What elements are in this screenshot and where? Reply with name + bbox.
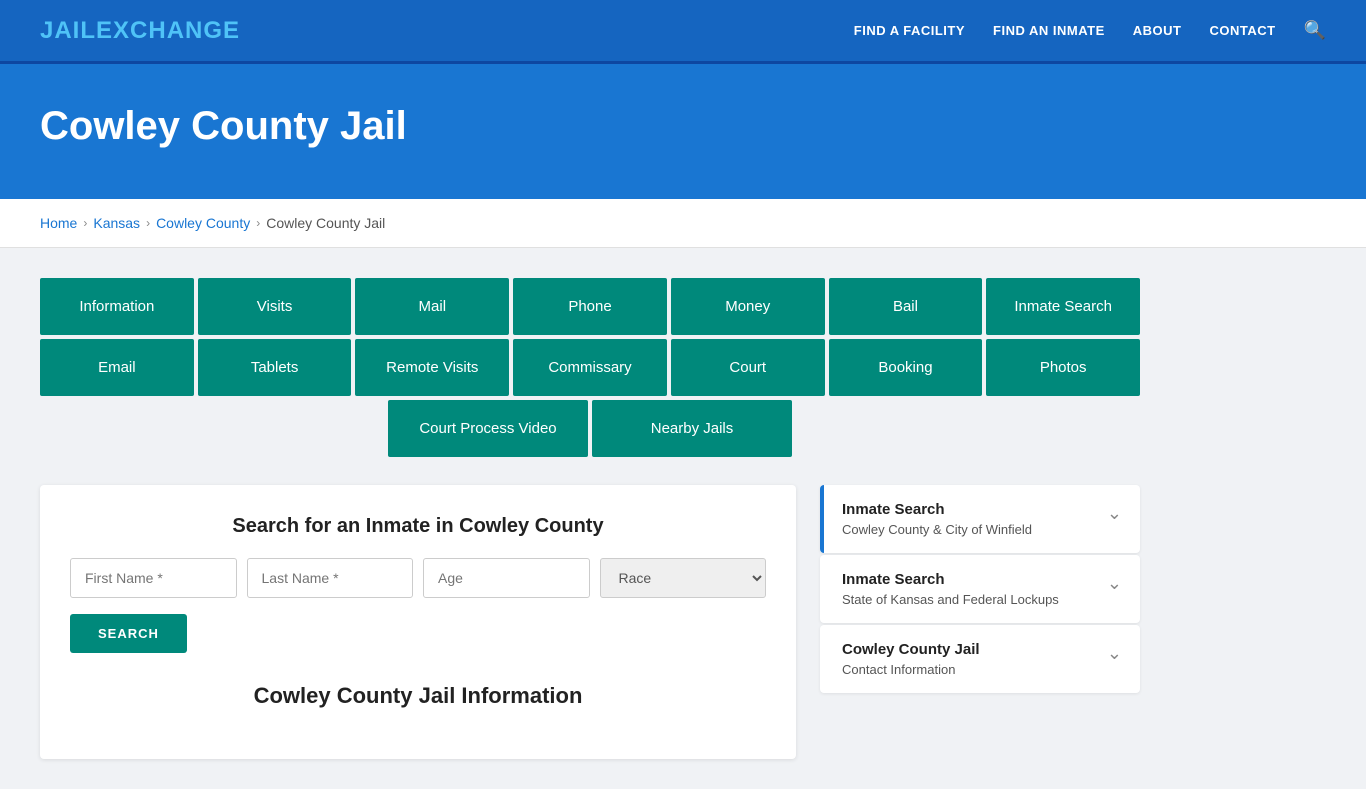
- navbar: JAILEXCHANGE FIND A FACILITY FIND AN INM…: [0, 0, 1366, 64]
- btn-photos[interactable]: Photos: [986, 339, 1140, 396]
- nav-find-facility[interactable]: FIND A FACILITY: [854, 23, 965, 38]
- grid-row-1: Information Visits Mail Phone Money Bail…: [40, 278, 1140, 335]
- sidebar-card-kansas: Inmate Search State of Kansas and Federa…: [820, 555, 1140, 623]
- btn-commissary[interactable]: Commissary: [513, 339, 667, 396]
- search-icon[interactable]: 🔍: [1304, 20, 1326, 41]
- btn-money[interactable]: Money: [671, 278, 825, 335]
- search-button[interactable]: SEARCH: [70, 614, 187, 653]
- btn-mail[interactable]: Mail: [355, 278, 509, 335]
- sidebar-card-kansas-header[interactable]: Inmate Search State of Kansas and Federa…: [820, 555, 1140, 623]
- first-name-input[interactable]: [70, 558, 237, 598]
- main-content: Information Visits Mail Phone Money Bail…: [0, 248, 1366, 789]
- info-title: Cowley County Jail Information: [70, 683, 766, 709]
- sidebar-card-cowley: Inmate Search Cowley County & City of Wi…: [820, 485, 1140, 553]
- btn-nearby-jails[interactable]: Nearby Jails: [592, 400, 792, 457]
- grid-row-3: Court Process Video Nearby Jails: [40, 400, 1140, 457]
- btn-email[interactable]: Email: [40, 339, 194, 396]
- btn-inmate-search[interactable]: Inmate Search: [986, 278, 1140, 335]
- sidebar-card-kansas-title: Inmate Search: [842, 571, 1059, 588]
- breadcrumb-current: Cowley County Jail: [266, 215, 385, 231]
- grid-row-2: Email Tablets Remote Visits Commissary C…: [40, 339, 1140, 396]
- breadcrumb-sep-2: ›: [146, 216, 150, 230]
- hero-section: Cowley County Jail: [0, 64, 1366, 199]
- page-title: Cowley County Jail: [40, 104, 1326, 149]
- chevron-down-icon-2: ⌄: [1107, 573, 1122, 594]
- breadcrumb-sep-3: ›: [256, 216, 260, 230]
- sidebar-card-contact-sub: Contact Information: [842, 662, 980, 677]
- sidebar-card-cowley-text: Inmate Search Cowley County & City of Wi…: [842, 501, 1032, 537]
- breadcrumb-home[interactable]: Home: [40, 215, 77, 231]
- sidebar-card-contact-title: Cowley County Jail: [842, 641, 980, 658]
- btn-phone[interactable]: Phone: [513, 278, 667, 335]
- nav-about[interactable]: ABOUT: [1133, 23, 1182, 38]
- search-title: Search for an Inmate in Cowley County: [70, 515, 766, 538]
- btn-court[interactable]: Court: [671, 339, 825, 396]
- btn-information[interactable]: Information: [40, 278, 194, 335]
- breadcrumb: Home › Kansas › Cowley County › Cowley C…: [40, 215, 1326, 231]
- sidebar: Inmate Search Cowley County & City of Wi…: [820, 485, 1140, 759]
- sidebar-card-contact-text: Cowley County Jail Contact Information: [842, 641, 980, 677]
- btn-tablets[interactable]: Tablets: [198, 339, 352, 396]
- sidebar-card-cowley-header[interactable]: Inmate Search Cowley County & City of Wi…: [820, 485, 1140, 553]
- sidebar-card-contact-header[interactable]: Cowley County Jail Contact Information ⌄: [820, 625, 1140, 693]
- bottom-section: Search for an Inmate in Cowley County Ra…: [40, 485, 1140, 759]
- sidebar-card-kansas-text: Inmate Search State of Kansas and Federa…: [842, 571, 1059, 607]
- category-grid: Information Visits Mail Phone Money Bail…: [40, 278, 1140, 461]
- breadcrumb-cowley-county[interactable]: Cowley County: [156, 215, 250, 231]
- last-name-input[interactable]: [247, 558, 414, 598]
- sidebar-card-cowley-sub: Cowley County & City of Winfield: [842, 522, 1032, 537]
- logo-exchange: EXCHANGE: [96, 17, 240, 44]
- nav-contact[interactable]: CONTACT: [1209, 23, 1275, 38]
- breadcrumb-sep-1: ›: [83, 216, 87, 230]
- sidebar-card-contact: Cowley County Jail Contact Information ⌄: [820, 625, 1140, 693]
- age-input[interactable]: [423, 558, 590, 598]
- sidebar-card-cowley-title: Inmate Search: [842, 501, 1032, 518]
- nav-links: FIND A FACILITY FIND AN INMATE ABOUT CON…: [854, 20, 1326, 41]
- btn-bail[interactable]: Bail: [829, 278, 983, 335]
- btn-booking[interactable]: Booking: [829, 339, 983, 396]
- btn-visits[interactable]: Visits: [198, 278, 352, 335]
- sidebar-card-kansas-sub: State of Kansas and Federal Lockups: [842, 592, 1059, 607]
- nav-find-inmate[interactable]: FIND AN INMATE: [993, 23, 1105, 38]
- logo-jail: JAIL: [40, 17, 96, 44]
- breadcrumb-kansas[interactable]: Kansas: [93, 215, 140, 231]
- chevron-down-icon: ⌄: [1107, 503, 1122, 524]
- btn-court-process-video[interactable]: Court Process Video: [388, 400, 588, 457]
- site-logo[interactable]: JAILEXCHANGE: [40, 17, 240, 45]
- chevron-down-icon-3: ⌄: [1107, 643, 1122, 664]
- race-select[interactable]: Race White Black Hispanic Asian Other: [600, 558, 767, 598]
- info-preview: Cowley County Jail Information: [70, 683, 766, 709]
- search-panel: Search for an Inmate in Cowley County Ra…: [40, 485, 796, 759]
- btn-remote-visits[interactable]: Remote Visits: [355, 339, 509, 396]
- breadcrumb-bar: Home › Kansas › Cowley County › Cowley C…: [0, 199, 1366, 248]
- search-fields: Race White Black Hispanic Asian Other: [70, 558, 766, 598]
